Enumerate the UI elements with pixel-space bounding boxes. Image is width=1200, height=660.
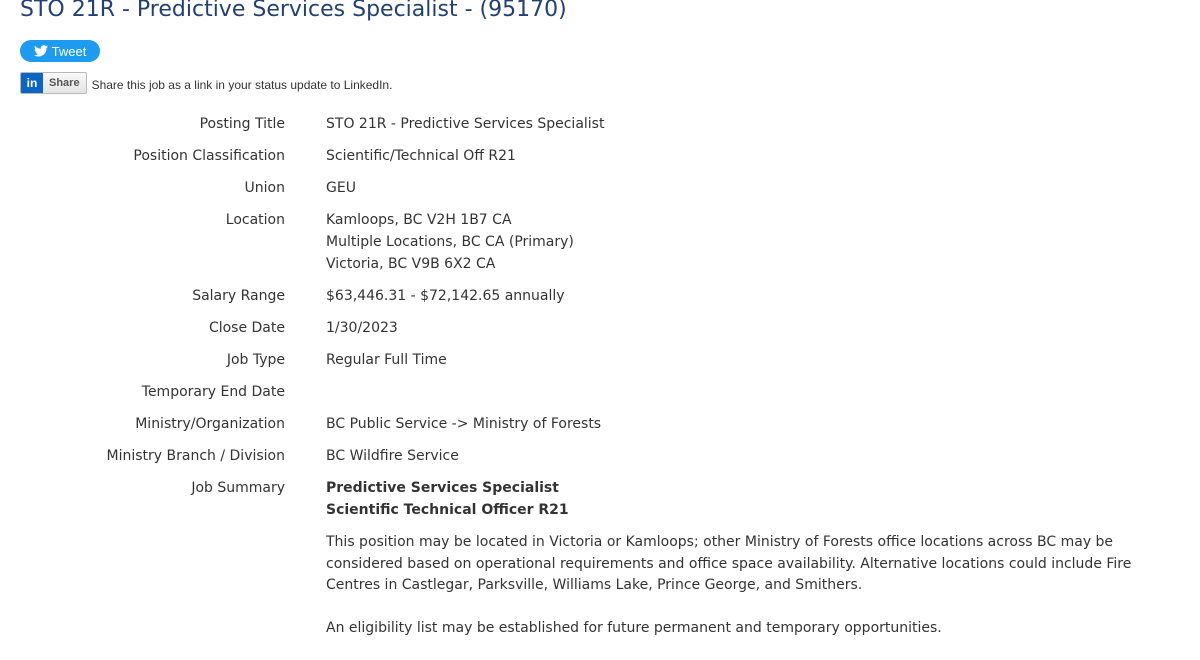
page-title: STO 21R - Predictive Services Specialist… <box>20 0 567 22</box>
linkedin-icon: in <box>21 73 43 93</box>
detail-value-location: Kamloops, BC V2H 1B7 CA Multiple Locatio… <box>326 209 1146 275</box>
detail-row-job-type: Job Type Regular Full Time <box>0 349 1200 371</box>
detail-label: Temporary End Date <box>141 384 285 400</box>
summary-subheading: Scientific Technical Officer R21 <box>326 502 569 518</box>
detail-row-ministry-organization: Ministry/Organization BC Public Service … <box>0 413 1200 435</box>
detail-label: Location <box>225 212 285 228</box>
detail-value: Regular Full Time <box>326 352 447 368</box>
job-summary-content: Predictive Services Specialist Scientifi… <box>326 477 1146 639</box>
detail-value: GEU <box>326 180 356 196</box>
linkedin-share-button[interactable]: in Share <box>20 72 87 94</box>
linkedin-share-description: Share this job as a link in your status … <box>91 78 393 92</box>
detail-value: Scientific/Technical Off R21 <box>326 148 516 164</box>
detail-row-location: Location Kamloops, BC V2H 1B7 CA Multipl… <box>0 209 1200 275</box>
job-details: Posting Title STO 21R - Predictive Servi… <box>0 113 1200 649</box>
detail-row-salary-range: Salary Range $63,446.31 - $72,142.65 ann… <box>0 285 1200 307</box>
summary-paragraph: This position may be located in Victoria… <box>326 534 1132 593</box>
location-line: Multiple Locations, BC CA (Primary) <box>326 234 574 250</box>
detail-label: Close Date <box>208 320 285 336</box>
detail-row-posting-title: Posting Title STO 21R - Predictive Servi… <box>0 113 1200 135</box>
location-line: Victoria, BC V9B 6X2 CA <box>326 256 496 272</box>
detail-row-close-date: Close Date 1/30/2023 <box>0 317 1200 339</box>
summary-paragraph: An eligibility list may be established f… <box>326 619 942 636</box>
detail-row-temporary-end-date: Temporary End Date <box>0 381 1200 403</box>
detail-label: Posting Title <box>199 116 285 132</box>
detail-label: Ministry Branch / Division <box>106 448 285 464</box>
detail-label: Salary Range <box>192 288 285 304</box>
detail-label: Ministry/Organization <box>135 416 285 432</box>
detail-label: Union <box>244 180 285 196</box>
twitter-bird-icon <box>33 45 48 57</box>
tweet-button[interactable]: Tweet <box>20 40 100 62</box>
detail-value: STO 21R - Predictive Services Specialist <box>326 116 605 132</box>
tweet-label: Tweet <box>51 43 87 59</box>
detail-value: BC Wildfire Service <box>326 448 459 464</box>
location-line: Kamloops, BC V2H 1B7 CA <box>326 212 512 228</box>
detail-row-union: Union GEU <box>0 177 1200 199</box>
detail-row-position-classification: Position Classification Scientific/Techn… <box>0 145 1200 167</box>
detail-value: $63,446.31 - $72,142.65 annually <box>326 288 565 304</box>
detail-value <box>326 381 1146 403</box>
detail-value: BC Public Service -> Ministry of Forests <box>326 416 602 432</box>
detail-row-job-summary: Job Summary Predictive Services Speciali… <box>0 477 1200 639</box>
detail-value: 1/30/2023 <box>326 320 398 336</box>
detail-label: Job Type <box>226 352 285 368</box>
summary-heading: Predictive Services Specialist <box>326 480 559 496</box>
linkedin-share-label: Share <box>49 77 80 89</box>
detail-row-ministry-branch: Ministry Branch / Division BC Wildfire S… <box>0 445 1200 467</box>
detail-label: Position Classification <box>133 148 285 164</box>
detail-label: Job Summary <box>191 480 285 496</box>
linkedin-share-row: in Share Share this job as a link in you… <box>20 72 392 94</box>
